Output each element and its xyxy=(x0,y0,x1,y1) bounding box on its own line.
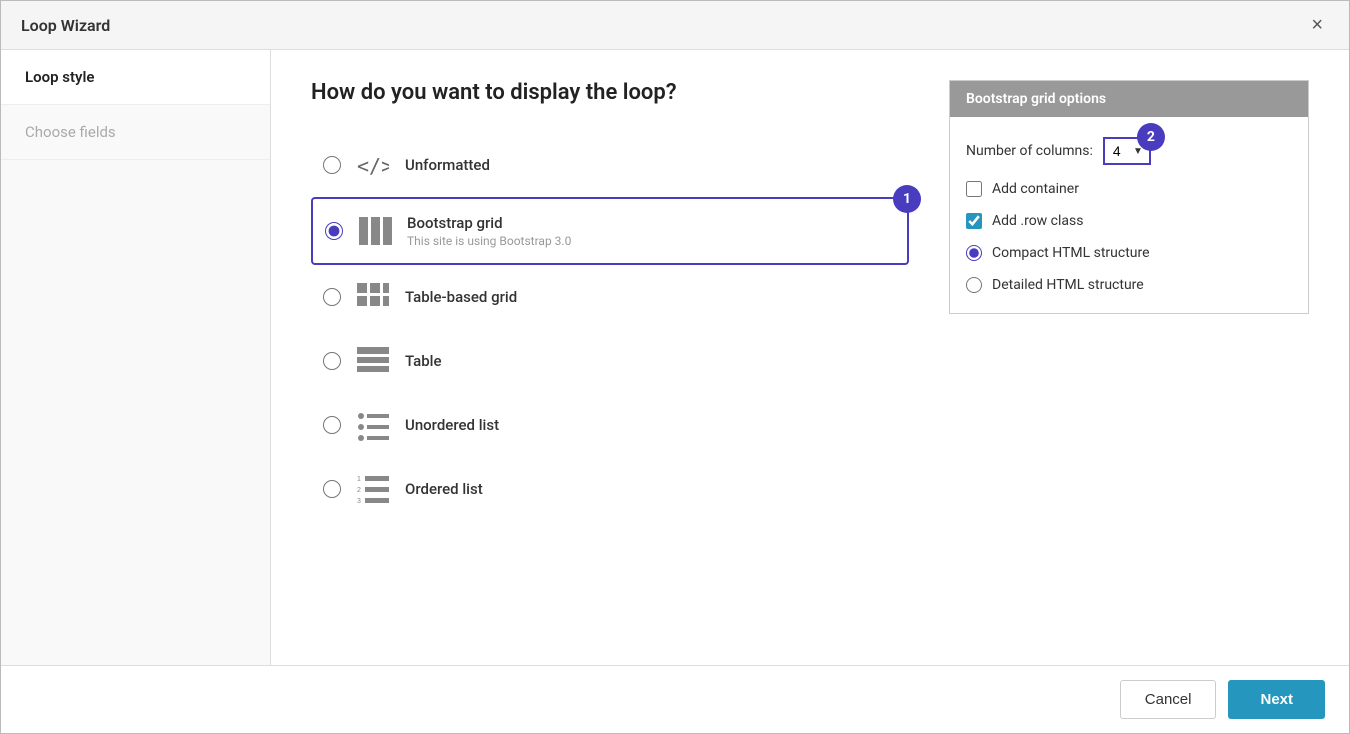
option-unordered-list-text: Unordered list xyxy=(405,416,499,434)
icon-ordered-list: 1 2 3 xyxy=(355,471,391,507)
columns-row: Number of columns: 1 2 3 4 5 xyxy=(966,137,1292,165)
option-bootstrap-grid-text: Bootstrap grid This site is using Bootst… xyxy=(407,214,571,248)
radio-unformatted[interactable] xyxy=(323,156,341,174)
bootstrap-options-panel: Bootstrap grid options Number of columns… xyxy=(949,80,1309,314)
dialog-body: Loop style Choose fields How do you want… xyxy=(1,50,1349,665)
main-heading: How do you want to display the loop? xyxy=(311,80,909,105)
compact-html-radio[interactable] xyxy=(966,245,982,261)
right-panel: Bootstrap grid options Number of columns… xyxy=(949,80,1309,635)
radio-bootstrap-grid[interactable] xyxy=(325,222,343,240)
icon-bootstrap-grid xyxy=(357,213,393,249)
dialog-header: Loop Wizard × xyxy=(1,1,1349,50)
option-unformatted-text: Unformatted xyxy=(405,156,490,174)
dialog-title: Loop Wizard xyxy=(21,16,110,35)
option-unordered-list[interactable]: Unordered list xyxy=(311,393,909,457)
svg-text:1: 1 xyxy=(357,476,361,483)
compact-html-label[interactable]: Compact HTML structure xyxy=(992,245,1150,261)
radio-table-based-grid[interactable] xyxy=(323,288,341,306)
radio-table[interactable] xyxy=(323,352,341,370)
badge-1: 1 xyxy=(893,185,921,213)
compact-html-row: Compact HTML structure xyxy=(966,245,1292,261)
loop-options: </> Unformatted xyxy=(311,133,909,521)
icon-unordered-list xyxy=(355,407,391,443)
radio-ordered-list[interactable] xyxy=(323,480,341,498)
radio-unordered-list[interactable] xyxy=(323,416,341,434)
add-row-class-checkbox[interactable] xyxy=(966,213,982,229)
option-ordered-list[interactable]: 1 2 3 Ordered list xyxy=(311,457,909,521)
badge-2: 2 xyxy=(1137,123,1165,151)
loop-wizard-dialog: Loop Wizard × Loop style Choose fields H… xyxy=(0,0,1350,734)
svg-text:2: 2 xyxy=(357,487,361,494)
add-row-class-row: Add .row class xyxy=(966,213,1292,229)
next-button[interactable]: Next xyxy=(1228,680,1325,719)
close-button[interactable]: × xyxy=(1305,13,1329,37)
add-container-row: Add container xyxy=(966,181,1292,197)
option-table-based-grid[interactable]: Table-based grid xyxy=(311,265,909,329)
icon-table xyxy=(355,343,391,379)
option-ordered-list-text: Ordered list xyxy=(405,480,483,498)
add-container-label[interactable]: Add container xyxy=(992,181,1079,197)
options-panel-header: Bootstrap grid options xyxy=(950,81,1308,117)
icon-table-based-grid xyxy=(355,279,391,315)
sidebar: Loop style Choose fields xyxy=(1,50,271,665)
cancel-button[interactable]: Cancel xyxy=(1120,680,1217,719)
detailed-html-radio[interactable] xyxy=(966,277,982,293)
option-bootstrap-grid[interactable]: Bootstrap grid This site is using Bootst… xyxy=(311,197,909,265)
left-panel: How do you want to display the loop? </>… xyxy=(311,80,909,635)
dialog-footer: Cancel Next xyxy=(1,665,1349,733)
detailed-html-label[interactable]: Detailed HTML structure xyxy=(992,277,1144,293)
columns-label: Number of columns: xyxy=(966,143,1093,159)
main-content: How do you want to display the loop? </>… xyxy=(271,50,1349,665)
icon-unformatted: </> xyxy=(355,147,391,183)
add-row-class-label[interactable]: Add .row class xyxy=(992,213,1083,229)
option-table-text: Table xyxy=(405,352,442,370)
option-table[interactable]: Table xyxy=(311,329,909,393)
detailed-html-row: Detailed HTML structure xyxy=(966,277,1292,293)
svg-text:3: 3 xyxy=(357,498,361,505)
sidebar-item-loop-style[interactable]: Loop style xyxy=(1,50,270,105)
option-table-based-grid-text: Table-based grid xyxy=(405,288,517,306)
sidebar-item-choose-fields[interactable]: Choose fields xyxy=(1,105,270,160)
option-unformatted[interactable]: </> Unformatted xyxy=(311,133,909,197)
add-container-checkbox[interactable] xyxy=(966,181,982,197)
options-panel-body: Number of columns: 1 2 3 4 5 xyxy=(950,117,1308,313)
svg-text:</>: </> xyxy=(357,154,389,178)
